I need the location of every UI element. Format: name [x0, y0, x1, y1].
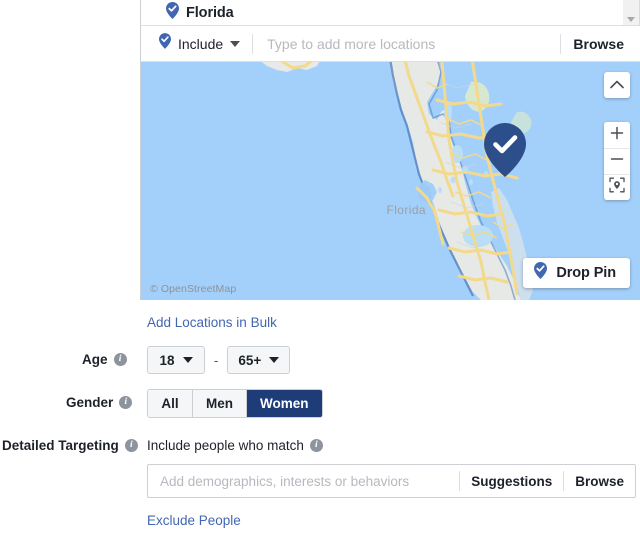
gender-label-text: Gender	[66, 395, 114, 410]
include-people-subheading: Include people who match i	[147, 438, 323, 453]
map-zoom-controls	[604, 122, 630, 200]
map-pin-check-icon	[166, 1, 179, 24]
caret-down-icon	[182, 357, 193, 363]
svg-text:Florida: Florida	[387, 203, 426, 217]
age-min-value: 18	[159, 352, 175, 368]
age-range-separator: -	[214, 352, 219, 368]
divider	[252, 33, 254, 54]
suggestions-button[interactable]: Suggestions	[460, 474, 563, 489]
gender-option-all[interactable]: All	[148, 390, 192, 417]
age-min-dropdown[interactable]: 18	[147, 346, 205, 374]
info-icon[interactable]: i	[309, 439, 323, 452]
add-locations-in-bulk-link[interactable]: Add Locations in Bulk	[147, 315, 277, 330]
exclude-people-link[interactable]: Exclude People	[147, 513, 241, 528]
caret-down-icon	[269, 357, 280, 363]
divider	[560, 33, 562, 54]
include-people-subheading-text: Include people who match	[147, 438, 304, 453]
gender-option-women[interactable]: Women	[246, 390, 322, 417]
locations-scrollbar[interactable]	[623, 0, 639, 25]
audience-targeting-panel: Florida Include Browse	[0, 0, 640, 539]
chevron-up-icon	[610, 76, 624, 94]
location-search-input[interactable]	[265, 34, 549, 53]
map-pin-check-icon	[534, 262, 548, 284]
location-chip-label: Florida	[186, 4, 234, 21]
minus-icon	[610, 152, 624, 171]
plus-icon	[610, 126, 624, 145]
map-pin-check-icon	[159, 33, 171, 54]
caret-down-icon	[230, 40, 241, 47]
detailed-targeting-label-text: Detailed Targeting	[2, 438, 119, 453]
location-chip-florida[interactable]: Florida	[166, 1, 234, 24]
include-exclude-dropdown[interactable]: Include	[159, 33, 241, 54]
detailed-targeting-row-label: Detailed Targeting i	[2, 438, 138, 453]
map-attribution: © OpenStreetMap	[150, 283, 237, 295]
locate-pin-icon	[609, 177, 625, 198]
info-icon[interactable]: i	[113, 353, 127, 366]
map-locate-button[interactable]	[604, 174, 630, 200]
drop-pin-button[interactable]: Drop Pin	[523, 258, 630, 288]
info-icon[interactable]: i	[119, 396, 133, 409]
age-max-dropdown[interactable]: 65+	[227, 346, 291, 374]
gender-row-label: Gender i	[66, 395, 133, 410]
detailed-targeting-input[interactable]	[158, 472, 460, 490]
chevron-down-icon[interactable]	[627, 17, 635, 22]
gender-toggle-group: All Men Women	[147, 389, 323, 418]
drop-pin-label: Drop Pin	[556, 265, 616, 281]
map-zoom-in-button[interactable]	[604, 122, 630, 148]
age-range-controls: 18 - 65+	[147, 346, 291, 374]
browse-locations-button[interactable]: Browse	[573, 36, 624, 52]
map-zoom-out-button[interactable]	[604, 148, 630, 174]
gender-option-men[interactable]: Men	[192, 390, 246, 417]
map-collapse-button[interactable]	[604, 72, 630, 98]
age-max-value: 65+	[238, 352, 262, 368]
info-icon[interactable]: i	[124, 439, 138, 452]
age-row-label: Age i	[82, 352, 127, 367]
age-label-text: Age	[82, 352, 108, 367]
selected-locations-row: Florida	[140, 0, 640, 26]
include-dropdown-label: Include	[178, 35, 224, 52]
detailed-targeting-field: Suggestions Browse	[147, 464, 636, 498]
browse-targeting-button[interactable]: Browse	[564, 474, 635, 489]
location-map[interactable]: Florida © OpenStreetMap Drop Pin	[140, 62, 640, 300]
location-search-row: Include Browse	[140, 26, 640, 62]
map-marker-florida[interactable]	[484, 123, 526, 182]
